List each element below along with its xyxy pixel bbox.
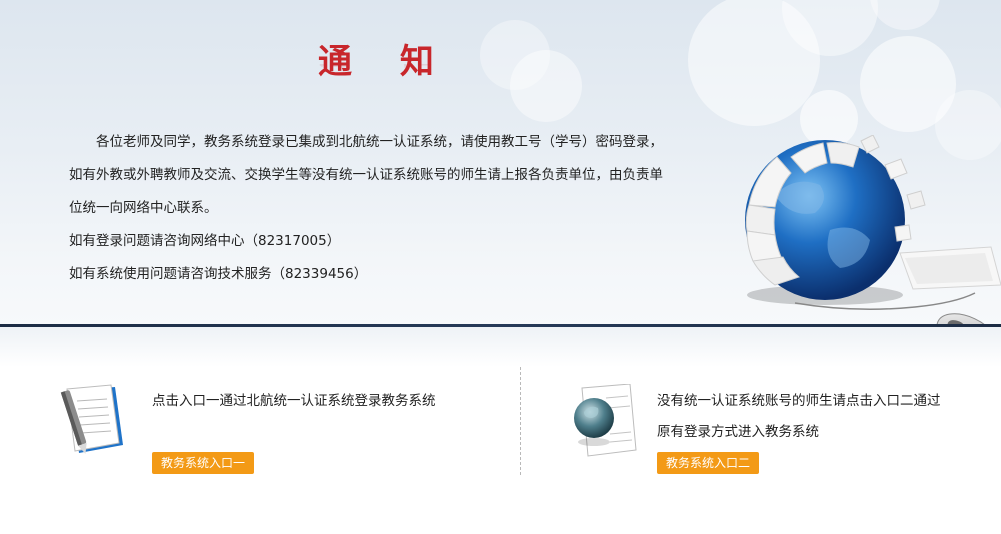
entry-two-description: 没有统一认证系统账号的师生请点击入口二通过原有登录方式进入教务系统 xyxy=(657,393,941,440)
notice-title-reflection: 通 知 xyxy=(318,64,452,78)
notice-body: 各位老师及同学，教务系统登录已集成到北航统一认证系统，请使用教工号（学号）密码登… xyxy=(69,126,669,291)
notice-paragraph: 各位老师及同学，教务系统登录已集成到北航统一认证系统，请使用教工号（学号）密码登… xyxy=(69,134,663,216)
bokeh-decoration xyxy=(870,0,940,30)
entry-two-button[interactable]: 教务系统入口二 xyxy=(657,452,760,474)
network-center-contact: 如有登录问题请咨询网络中心（82317005） xyxy=(69,233,341,249)
entry-two-icon xyxy=(570,383,640,458)
divider-fade xyxy=(0,327,1001,367)
entry-divider xyxy=(520,367,521,475)
entry-one-icon xyxy=(57,383,133,459)
entry-one-button[interactable]: 教务系统入口一 xyxy=(152,452,255,474)
tech-support-contact: 如有系统使用问题请咨询技术服务（82339456） xyxy=(69,266,368,282)
bokeh-decoration xyxy=(510,50,582,122)
entry-one-description: 点击入口一通过北航统一认证系统登录教务系统 xyxy=(152,393,436,409)
